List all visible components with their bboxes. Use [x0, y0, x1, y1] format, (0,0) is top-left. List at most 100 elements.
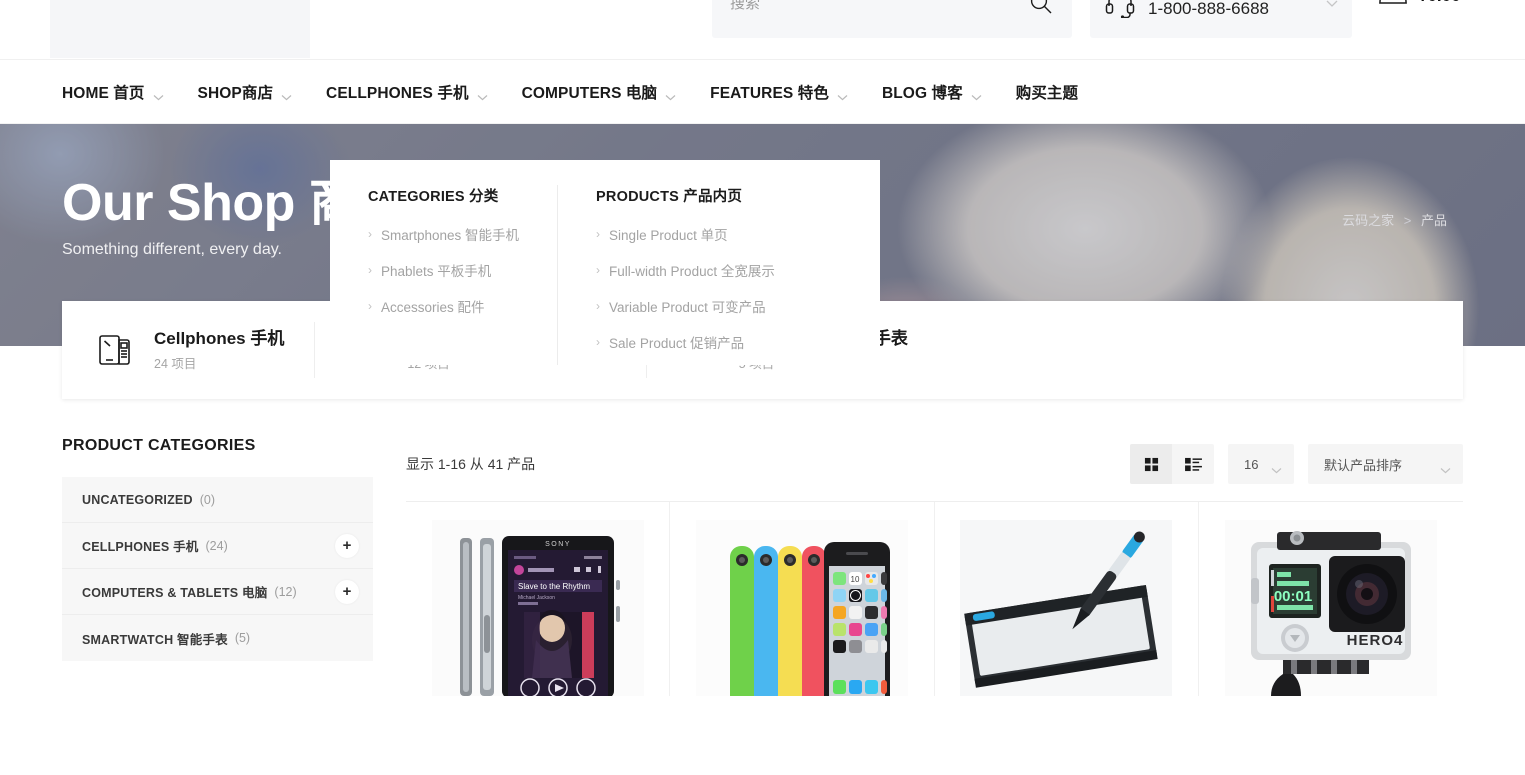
- nav-item-features[interactable]: FEATURES 特色: [710, 81, 848, 103]
- chevron-right-icon: ›: [596, 227, 601, 241]
- support-phone: 1-800-888-6688: [1148, 0, 1269, 18]
- product-categories-sidebar: PRODUCT CATEGORIES UNCATEGORIZED (0) CEL…: [62, 437, 373, 696]
- chevron-down-icon: [971, 88, 982, 101]
- nav-item-cellphones[interactable]: CELLPHONES 手机: [326, 81, 488, 103]
- category-card-count: 24 项目: [154, 356, 197, 371]
- per-page-value: 16: [1244, 456, 1259, 472]
- category-count: (5): [234, 631, 251, 645]
- mega-menu-column-products: PRODUCTS 产品内页 › Single Product 单页 › Full…: [557, 185, 813, 365]
- breadcrumb: 云码之家 > 产品: [1342, 210, 1447, 229]
- chevron-down-icon: [477, 88, 488, 101]
- mega-link-fullwidth-product[interactable]: › Full-width Product 全宽展示: [596, 260, 775, 280]
- mega-link-accessories[interactable]: › Accessories 配件: [368, 296, 519, 316]
- chevron-right-icon: ›: [596, 299, 601, 313]
- nav-label: CELLPHONES 手机: [326, 84, 469, 102]
- mega-link-label: Variable Product 可变产品: [609, 300, 766, 315]
- nav-label: COMPUTERS 电脑: [521, 84, 658, 102]
- chevron-right-icon: ›: [368, 227, 372, 241]
- svg-text:Slave to the Rhythm: Slave to the Rhythm: [518, 582, 590, 591]
- nav-item-home[interactable]: HOME 首页: [62, 81, 164, 103]
- mega-menu-column-categories: CATEGORIES 分类 › Smartphones 智能手机 › Phabl…: [330, 185, 557, 365]
- nav-label: HOME 首页: [62, 84, 145, 102]
- svg-text:00:01: 00:01: [1274, 588, 1312, 605]
- grid-view-icon[interactable]: [1130, 444, 1172, 484]
- category-card-name: Cellphones 手机: [154, 329, 285, 349]
- sidebar-item-computers-tablets[interactable]: COMPUTERS & TABLETS 电脑 (12) +: [62, 569, 373, 615]
- nav-label: FEATURES 特色: [710, 84, 829, 102]
- search-box[interactable]: [712, 0, 1072, 38]
- category-count: (12): [274, 584, 297, 599]
- product-card-iphone-5c[interactable]: 10: [670, 502, 935, 696]
- product-card-sony-xperia[interactable]: SONY Slave to the Rhythm Michael Jackson: [406, 502, 671, 696]
- top-header: Customer Support 1-800-888-6688 0 项目 ¥0.…: [0, 0, 1525, 60]
- chevron-down-icon[interactable]: [1324, 0, 1340, 11]
- product-card-gopro-hero4[interactable]: 00:01 HERO4: [1199, 502, 1463, 696]
- mega-link-phablets[interactable]: › Phablets 平板手机: [368, 260, 519, 280]
- mega-menu-title: CATEGORIES 分类: [368, 189, 499, 205]
- cart-bag-icon[interactable]: [1378, 0, 1408, 6]
- mega-link-variable-product[interactable]: › Variable Product 可变产品: [596, 296, 775, 316]
- category-card-cellphones[interactable]: Cellphones 手机 24 项目: [62, 322, 316, 378]
- customer-support-box[interactable]: Customer Support 1-800-888-6688: [1090, 0, 1352, 38]
- svg-text:HERO4: HERO4: [1347, 632, 1404, 649]
- sidebar-item-smartwatch[interactable]: SMARTWATCH 智能手表 (5): [62, 615, 373, 661]
- mega-link-single-product[interactable]: › Single Product 单页: [596, 224, 775, 244]
- svg-text:10: 10: [850, 575, 859, 584]
- product-image: SONY Slave to the Rhythm Michael Jackson: [431, 520, 644, 696]
- list-view-icon[interactable]: [1172, 444, 1214, 484]
- chevron-down-icon: [1440, 461, 1451, 473]
- cellphone-icon: [94, 328, 138, 372]
- chevron-down-icon: [837, 88, 848, 101]
- mega-menu-dropdown: CATEGORIES 分类 › Smartphones 智能手机 › Phabl…: [330, 160, 880, 365]
- sidebar-item-cellphones[interactable]: CELLPHONES 手机 (24) +: [62, 523, 373, 569]
- cart-widget[interactable]: 0 项目 ¥0.00: [1378, 0, 1461, 6]
- nav-label: 购买主题: [1015, 84, 1079, 102]
- site-logo[interactable]: [50, 0, 310, 58]
- sort-value: 默认产品排序: [1324, 457, 1403, 473]
- nav-label: SHOP商店: [197, 84, 274, 102]
- nav-label: BLOG 博客: [881, 84, 963, 102]
- mega-link-label: Sale Product 促销产品: [609, 336, 745, 351]
- mega-link-label: Accessories 配件: [381, 300, 485, 315]
- mega-link-smartphones[interactable]: › Smartphones 智能手机: [368, 224, 519, 244]
- category-label: SMARTWATCH 智能手表: [82, 632, 228, 647]
- chevron-down-icon: [665, 88, 676, 101]
- cart-total: ¥0.00: [1418, 0, 1461, 6]
- chevron-right-icon: ›: [368, 263, 372, 277]
- mega-link-label: Full-width Product 全宽展示: [609, 264, 775, 279]
- mega-link-label: Phablets 平板手机: [381, 264, 492, 279]
- nav-item-computers[interactable]: COMPUTERS 电脑: [522, 81, 677, 103]
- product-listing: 显示 1-16 从 41 产品 16 默认产品排序 SONY Slave to …: [373, 437, 1463, 696]
- search-input[interactable]: [730, 0, 1028, 12]
- category-label: CELLPHONES 手机: [82, 540, 199, 554]
- per-page-select[interactable]: 16: [1228, 444, 1294, 484]
- breadcrumb-current: 产品: [1420, 213, 1447, 228]
- svg-text:Michael Jackson: Michael Jackson: [518, 595, 555, 601]
- category-list: UNCATEGORIZED (0) CELLPHONES 手机 (24) + C…: [62, 477, 373, 661]
- main-navigation: HOME 首页 SHOP商店 CELLPHONES 手机 COMPUTERS 电…: [0, 60, 1525, 124]
- nav-item-shop[interactable]: SHOP商店: [198, 81, 293, 103]
- breadcrumb-separator: >: [1403, 213, 1412, 228]
- breadcrumb-home[interactable]: 云码之家: [1342, 213, 1394, 228]
- result-count: 显示 1-16 从 41 产品: [406, 456, 536, 472]
- chevron-down-icon: [281, 88, 292, 101]
- product-grid: SONY Slave to the Rhythm Michael Jackson: [406, 501, 1463, 696]
- mega-menu-title: PRODUCTS 产品内页: [596, 189, 743, 205]
- sidebar-title: PRODUCT CATEGORIES: [62, 437, 256, 454]
- search-icon[interactable]: [1028, 0, 1054, 16]
- expand-plus-icon[interactable]: +: [335, 579, 359, 604]
- product-card-graphics-tablet[interactable]: [935, 502, 1199, 696]
- expand-plus-icon[interactable]: +: [335, 533, 359, 558]
- shop-toolbar: 显示 1-16 从 41 产品 16 默认产品排序: [406, 437, 1463, 491]
- mega-link-sale-product[interactable]: › Sale Product 促销产品: [596, 332, 775, 352]
- chevron-right-icon: ›: [368, 299, 372, 313]
- chevron-down-icon: [153, 88, 164, 101]
- nav-item-blog[interactable]: BLOG 博客: [882, 81, 982, 103]
- nav-item-buy-theme[interactable]: 购买主题: [1016, 81, 1078, 103]
- product-image: [960, 520, 1173, 696]
- shop-content: PRODUCT CATEGORIES UNCATEGORIZED (0) CEL…: [0, 399, 1525, 696]
- category-label: COMPUTERS & TABLETS 电脑: [82, 586, 268, 600]
- sort-select[interactable]: 默认产品排序: [1308, 444, 1463, 484]
- sidebar-item-uncategorized[interactable]: UNCATEGORIZED (0): [62, 477, 373, 523]
- category-label: UNCATEGORIZED: [82, 492, 193, 507]
